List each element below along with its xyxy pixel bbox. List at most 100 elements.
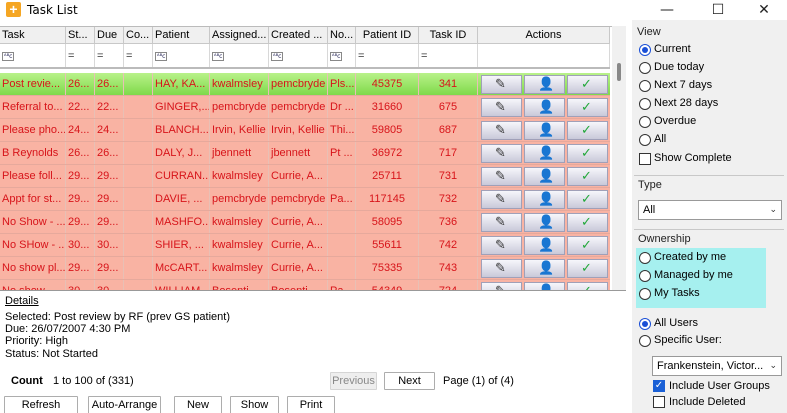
table-row[interactable]: Referral to... 22... 22... GINGER,... pemcbr… [0, 96, 610, 119]
view-radio-overdue[interactable] [639, 116, 651, 128]
previous-page-button[interactable]: Previous [330, 372, 377, 390]
person-icon: 👤 [538, 261, 555, 276]
assign-person-button[interactable]: 👤 [524, 190, 565, 209]
view-radio-current[interactable] [639, 44, 651, 56]
view-radio-all[interactable] [639, 134, 651, 146]
edit-task-button[interactable]: ✎ [481, 236, 522, 255]
show-button[interactable]: Show [230, 396, 279, 413]
column-header-task[interactable]: Task [0, 27, 66, 43]
table-row[interactable]: No Show - ... 29... 29... MASHFO... kwalmsle… [0, 211, 610, 234]
column-header-assigned[interactable]: Assigned... [210, 27, 269, 43]
table-row[interactable]: No show -...30...30...WILLIAM...Bosenti.… [0, 280, 610, 290]
complete-task-button[interactable]: ✓ [567, 121, 608, 140]
ownership-radio-created-by-me[interactable] [639, 252, 651, 264]
table-row[interactable]: Please foll... 29... 29... CURRAN... kwalmsl… [0, 165, 610, 188]
assign-person-button[interactable]: 👤 [524, 236, 565, 255]
cell-co [124, 257, 153, 279]
text-filter-icon: ᴬᴮc [330, 52, 343, 61]
complete-task-button[interactable]: ✓ [567, 144, 608, 163]
edit-task-button[interactable]: ✎ [481, 259, 522, 278]
assign-person-button[interactable]: 👤 [524, 121, 565, 140]
maximize-button[interactable]: ☐ [695, 0, 741, 20]
edit-task-button[interactable]: ✎ [481, 121, 522, 140]
complete-task-button[interactable]: ✓ [567, 236, 608, 255]
edit-task-button[interactable]: ✎ [481, 213, 522, 232]
view-radio-due-today[interactable] [639, 62, 651, 74]
filter-completed[interactable]: = [124, 44, 153, 67]
assign-person-button[interactable]: 👤 [524, 282, 565, 290]
edit-task-button[interactable]: ✎ [481, 98, 522, 117]
filter-due[interactable]: = [95, 44, 124, 67]
include-deleted-checkbox[interactable] [653, 396, 665, 408]
grid-scroll-thumb[interactable] [617, 63, 621, 81]
assign-person-button[interactable]: 👤 [524, 213, 565, 232]
column-header-task-id[interactable]: Task ID [419, 27, 478, 43]
assign-person-button[interactable]: 👤 [524, 144, 565, 163]
cell-task-id: 743 [419, 257, 478, 279]
complete-task-button[interactable]: ✓ [567, 190, 608, 209]
column-header-due[interactable]: Due [95, 27, 124, 43]
include-user-groups-checkbox[interactable]: ✓ [653, 380, 665, 392]
complete-task-button[interactable]: ✓ [567, 75, 608, 94]
edit-task-button[interactable]: ✎ [481, 167, 522, 186]
close-button[interactable]: ✕ [741, 0, 787, 20]
next-page-button[interactable]: Next [384, 372, 435, 390]
column-header-notes[interactable]: No... [328, 27, 356, 43]
ownership-radio-my-tasks[interactable] [639, 288, 651, 300]
view-radio-next-28-days[interactable] [639, 98, 651, 110]
ownership-radio-managed-by-me[interactable] [639, 270, 651, 282]
table-row[interactable]: Post revie... 26... 26... HAY, KA... kwalmsl… [0, 73, 610, 96]
filter-task[interactable]: ᴬᴮc [0, 44, 66, 67]
minimize-button[interactable]: — [644, 0, 690, 20]
view-radio-next-7-days[interactable] [639, 80, 651, 92]
filter-created[interactable]: ᴬᴮc [269, 44, 328, 67]
filter-task-id[interactable]: = [419, 44, 478, 67]
edit-task-button[interactable]: ✎ [481, 190, 522, 209]
view-option-label: All [654, 133, 667, 145]
edit-task-button[interactable]: ✎ [481, 144, 522, 163]
column-header-completed[interactable]: Co... [124, 27, 153, 43]
column-header-created[interactable]: Created ... [269, 27, 328, 43]
type-select[interactable]: All ⌄ [638, 200, 782, 220]
complete-task-button[interactable]: ✓ [567, 98, 608, 117]
assign-person-button[interactable]: 👤 [524, 259, 565, 278]
edit-task-button[interactable]: ✎ [481, 282, 522, 290]
assign-person-button[interactable]: 👤 [524, 167, 565, 186]
filter-assigned[interactable]: ᴬᴮc [210, 44, 269, 67]
assign-person-button[interactable]: 👤 [524, 98, 565, 117]
filter-start[interactable]: = [66, 44, 95, 67]
print-button[interactable]: Print [287, 396, 335, 413]
table-row[interactable]: Please pho... 24... 24... BLANCH... Irvin, K… [0, 119, 610, 142]
filter-patient-id[interactable]: = [356, 44, 419, 67]
column-header-patient[interactable]: Patient [153, 27, 210, 43]
column-header-start[interactable]: St... [66, 27, 95, 43]
table-row[interactable]: No SHow - ... 30... 30... SHIER, ... kwalmsl… [0, 234, 610, 257]
cell-task: Appt for st... [0, 188, 66, 210]
table-row[interactable]: Appt for st... 29... 29... DAVIE, ... pemcbr… [0, 188, 610, 211]
complete-task-button[interactable]: ✓ [567, 167, 608, 186]
edit-task-button[interactable]: ✎ [481, 75, 522, 94]
refresh-button[interactable]: Refresh [4, 396, 78, 413]
cell-patient-id: 25711 [356, 165, 419, 187]
complete-task-button[interactable]: ✓ [567, 213, 608, 232]
all-users-radio[interactable] [639, 318, 651, 330]
complete-task-button[interactable]: ✓ [567, 282, 608, 290]
cell-due: 26... [95, 73, 124, 95]
cell-co [124, 211, 153, 233]
assign-person-button[interactable]: 👤 [524, 75, 565, 94]
view-option-label: Next 7 days [654, 79, 713, 91]
details-title[interactable]: Details [5, 295, 39, 307]
filter-patient[interactable]: ᴬᴮc [153, 44, 210, 67]
table-row[interactable]: B Reynolds 26... 26... DALY, J... jbennett jb… [0, 142, 610, 165]
specific-user-select[interactable]: Frankenstein, Victor... ⌄ [652, 356, 782, 376]
column-header-actions[interactable]: Actions [478, 27, 610, 43]
table-row[interactable]: No show pl... 29... 29... McCART... kwalmsle… [0, 257, 610, 280]
show-complete-checkbox[interactable] [639, 153, 651, 165]
cell-task: B Reynolds [0, 142, 66, 164]
filter-notes[interactable]: ᴬᴮc [328, 44, 356, 67]
column-header-patient-id[interactable]: Patient ID [356, 27, 419, 43]
specific-user-radio[interactable] [639, 335, 651, 347]
new-button[interactable]: New [174, 396, 222, 413]
auto-arrange-button[interactable]: Auto-Arrange [88, 396, 161, 413]
complete-task-button[interactable]: ✓ [567, 259, 608, 278]
